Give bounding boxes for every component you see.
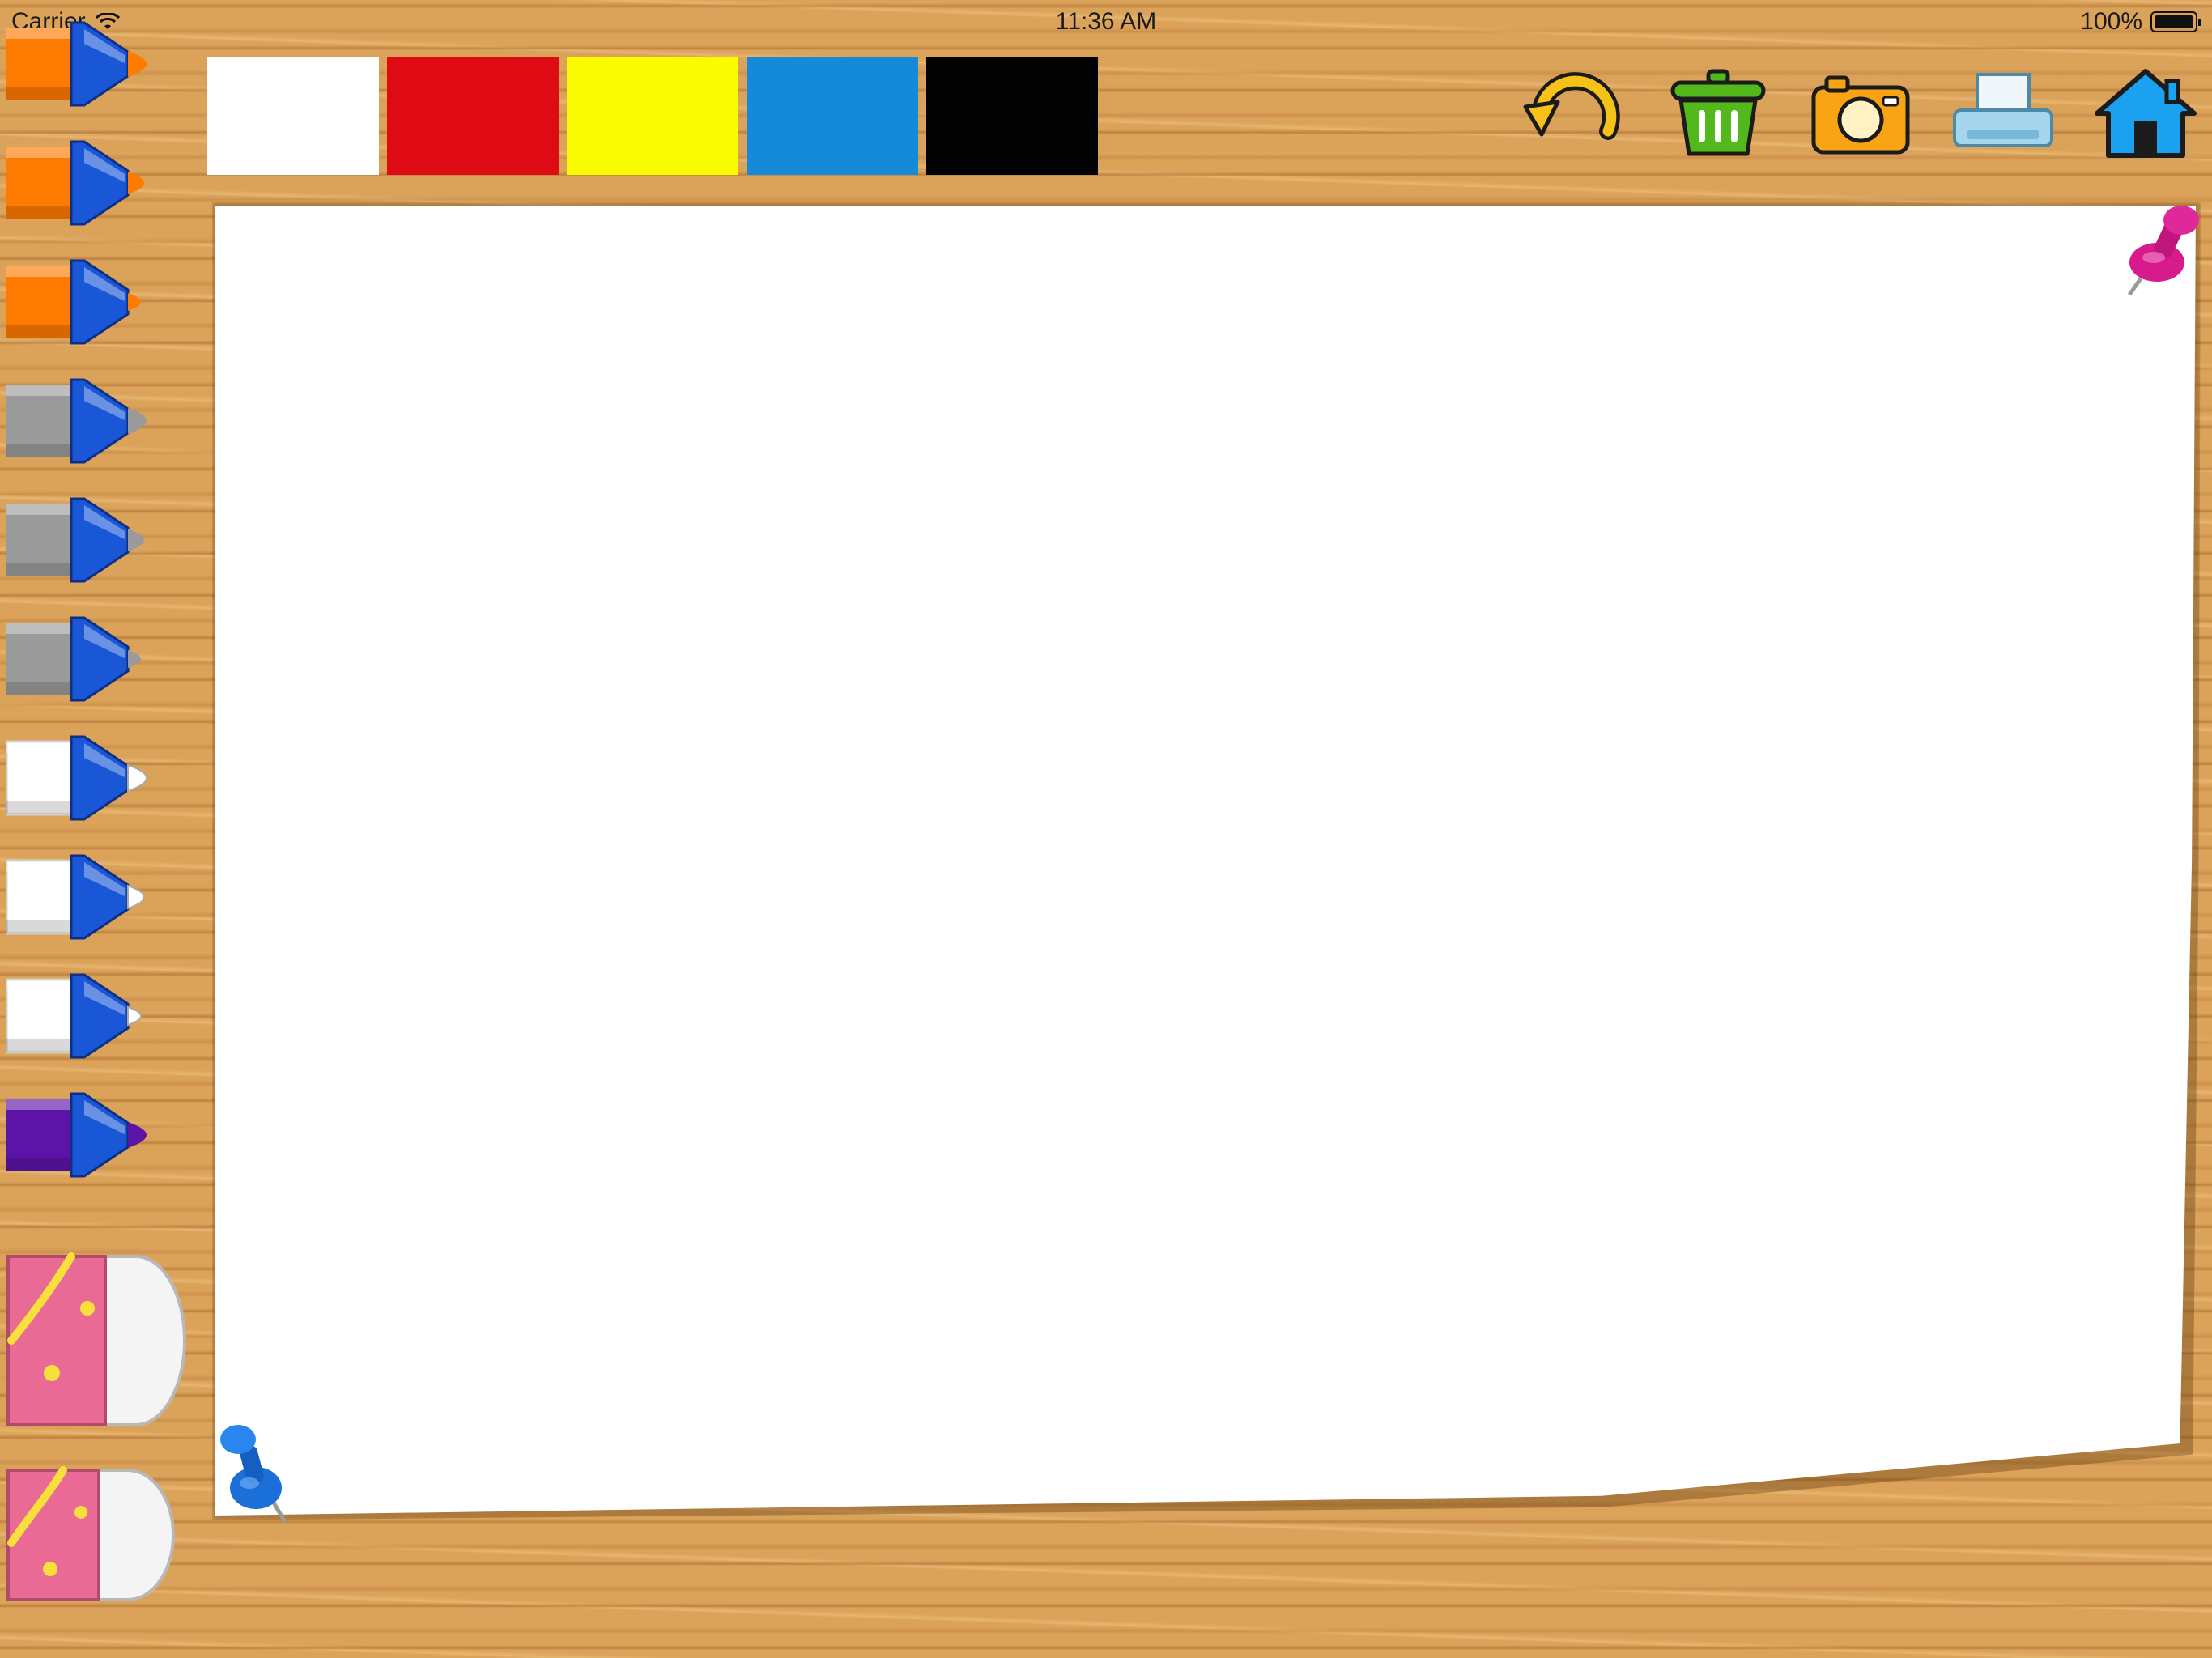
trash-icon xyxy=(1670,69,1766,156)
color-palette xyxy=(207,57,1098,175)
battery-icon xyxy=(2150,11,2201,32)
printer-icon xyxy=(1953,73,2053,147)
undo-icon xyxy=(1523,72,1620,140)
home-button[interactable] xyxy=(2092,66,2199,160)
marker-orange-large[interactable] xyxy=(6,19,178,108)
marker-orange-small[interactable] xyxy=(6,257,178,346)
home-icon xyxy=(2095,69,2197,158)
marker-gray-small[interactable] xyxy=(6,614,178,704)
swatch-yellow[interactable] xyxy=(567,57,738,175)
clock: 11:36 AM xyxy=(1055,8,1157,35)
camera-icon xyxy=(1811,75,1910,155)
eraser-large[interactable] xyxy=(6,1252,186,1430)
magenta-pushpin-icon xyxy=(2127,206,2199,296)
toolbar xyxy=(1522,66,2199,160)
blue-pushpin-icon xyxy=(220,1425,287,1524)
swatch-blue[interactable] xyxy=(747,57,918,175)
marker-gray-large[interactable] xyxy=(6,376,178,466)
marker-white-medium[interactable] xyxy=(6,852,178,942)
marker-gray-medium[interactable] xyxy=(6,495,178,585)
marker-white-large[interactable] xyxy=(6,733,178,823)
drawing-canvas[interactable] xyxy=(215,206,2196,1516)
swatch-white[interactable] xyxy=(207,57,379,175)
status-bar: Carrier 11:36 AM 100% xyxy=(0,0,2212,45)
trash-button[interactable] xyxy=(1665,66,1772,160)
swatch-black[interactable] xyxy=(926,57,1098,175)
marker-purple-large[interactable] xyxy=(6,1090,178,1180)
swatch-red[interactable] xyxy=(387,57,559,175)
print-button[interactable] xyxy=(1950,66,2057,160)
undo-button[interactable] xyxy=(1522,66,1629,160)
marker-white-small[interactable] xyxy=(6,971,178,1061)
eraser-small[interactable] xyxy=(6,1465,180,1605)
camera-button[interactable] xyxy=(1807,66,1914,160)
marker-orange-medium[interactable] xyxy=(6,138,178,227)
status-right: 100% xyxy=(2080,8,2201,36)
battery-percent: 100% xyxy=(2080,8,2142,35)
